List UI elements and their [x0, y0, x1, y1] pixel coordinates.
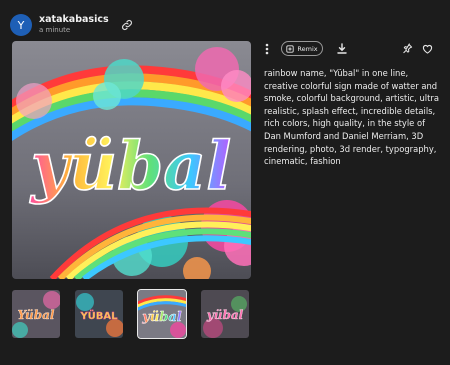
thumbnail-1-lettering: Yübal [18, 308, 55, 322]
generated-image[interactable]: yübal [12, 41, 251, 279]
link-icon[interactable] [121, 19, 133, 31]
avatar[interactable]: Y [10, 14, 32, 36]
username[interactable]: xatakabasics [39, 15, 109, 25]
thumbnail-4-lettering: yübal [206, 308, 244, 322]
download-icon[interactable] [336, 42, 348, 55]
thumbnail-4[interactable]: yübal [201, 290, 249, 338]
timestamp: a minute [39, 26, 71, 35]
user-info: xatakabasics a minute [39, 15, 109, 34]
remix-button[interactable]: Remix [281, 41, 323, 56]
remix-icon [286, 44, 295, 53]
avatar-initial: Y [17, 18, 25, 32]
heart-icon[interactable] [421, 42, 433, 55]
thumbnail-3[interactable]: yübal [137, 289, 187, 339]
more-options-icon[interactable] [262, 43, 272, 55]
prompt-text: rainbow name, "Yübal" in one line, creat… [264, 68, 439, 167]
thumbnail-2-lettering: YÜBAL [79, 308, 118, 322]
image-toolbar: Remix [260, 41, 438, 57]
thumbnail-1[interactable]: Yübal [12, 290, 60, 338]
remix-label: Remix [297, 44, 318, 53]
post-header: Y xatakabasics a minute [10, 12, 133, 38]
thumbnail-2[interactable]: YÜBAL [75, 290, 123, 338]
thumbnail-3-lettering: yübal [141, 310, 182, 325]
image-lettering: yübal [29, 127, 231, 205]
pin-icon[interactable] [401, 42, 413, 55]
